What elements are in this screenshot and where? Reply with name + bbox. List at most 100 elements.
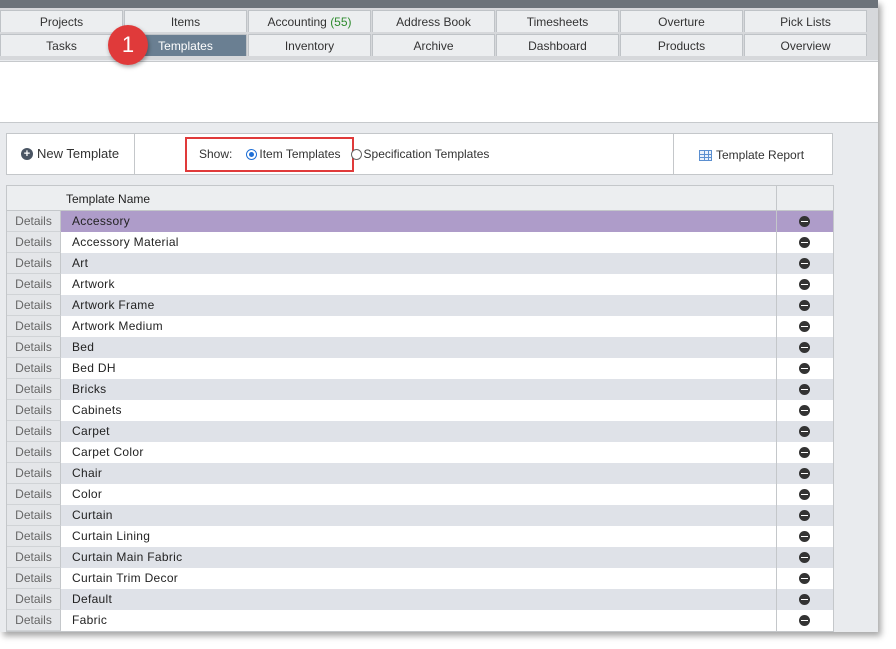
details-button[interactable]: Details — [7, 421, 61, 442]
details-button[interactable]: Details — [7, 232, 61, 253]
template-name-cell[interactable]: Curtain Lining — [72, 526, 150, 547]
tab-dashboard[interactable]: Dashboard — [496, 34, 619, 56]
details-button[interactable]: Details — [7, 358, 61, 379]
tab-items[interactable]: Items — [124, 10, 247, 32]
remove-circle-icon[interactable] — [799, 258, 810, 269]
tab-accounting[interactable]: Accounting (55) — [248, 10, 371, 32]
table-row[interactable]: Details Artwork — [7, 274, 833, 295]
details-button[interactable]: Details — [7, 568, 61, 589]
remove-circle-icon[interactable] — [799, 531, 810, 542]
details-button[interactable]: Details — [7, 211, 61, 232]
tab-projects[interactable]: Projects — [0, 10, 123, 32]
table-row[interactable]: Details Curtain Trim Decor — [7, 568, 833, 589]
template-report-button[interactable]: Template Report — [699, 148, 804, 162]
details-button[interactable]: Details — [7, 610, 61, 631]
table-row[interactable]: Details Fabric — [7, 610, 833, 631]
tab-archive[interactable]: Archive — [372, 34, 495, 56]
table-row[interactable]: Details Bricks — [7, 379, 833, 400]
table-row[interactable]: Details Carpet — [7, 421, 833, 442]
details-button[interactable]: Details — [7, 253, 61, 274]
details-button[interactable]: Details — [7, 547, 61, 568]
table-row[interactable]: Details Accessory — [7, 211, 833, 232]
details-button[interactable]: Details — [7, 337, 61, 358]
table-row[interactable]: Details Accessory Material — [7, 232, 833, 253]
details-button[interactable]: Details — [7, 400, 61, 421]
remove-circle-icon[interactable] — [799, 615, 810, 626]
table-row[interactable]: Details Artwork Frame — [7, 295, 833, 316]
remove-circle-icon[interactable] — [799, 510, 810, 521]
item-templates-radio[interactable] — [246, 148, 258, 160]
tab-pick-lists[interactable]: Pick Lists — [744, 10, 867, 32]
table-row[interactable]: Details Color — [7, 484, 833, 505]
table-row[interactable]: Details Curtain — [7, 505, 833, 526]
template-name-cell[interactable]: Color — [72, 484, 102, 505]
new-template-button[interactable]: + New Template — [21, 146, 119, 161]
template-name-cell[interactable]: Curtain Main Fabric — [72, 547, 182, 568]
remove-circle-icon[interactable] — [799, 216, 810, 227]
remove-circle-icon[interactable] — [799, 552, 810, 563]
remove-circle-icon[interactable] — [799, 405, 810, 416]
template-name-cell[interactable]: Art — [72, 253, 88, 274]
template-name-cell[interactable]: Bed — [72, 337, 94, 358]
specification-templates-radio[interactable] — [350, 148, 362, 160]
remove-circle-icon[interactable] — [799, 363, 810, 374]
template-name-cell[interactable]: Chair — [72, 463, 102, 484]
tab-inventory[interactable]: Inventory — [248, 34, 371, 56]
template-name-cell[interactable]: Bricks — [72, 379, 106, 400]
template-name-cell[interactable]: Default — [72, 589, 112, 610]
remove-circle-icon[interactable] — [799, 342, 810, 353]
remove-circle-icon[interactable] — [799, 468, 810, 479]
tab-overview[interactable]: Overview — [744, 34, 867, 56]
details-button[interactable]: Details — [7, 484, 61, 505]
tab-address-book[interactable]: Address Book — [372, 10, 495, 32]
remove-circle-icon[interactable] — [799, 300, 810, 311]
item-templates-label[interactable]: Item Templates — [259, 147, 340, 161]
table-row[interactable]: Details Default — [7, 589, 833, 610]
remove-circle-icon[interactable] — [799, 321, 810, 332]
table-row[interactable]: Details Curtain Lining — [7, 526, 833, 547]
details-button[interactable]: Details — [7, 505, 61, 526]
table-row[interactable]: Details Art — [7, 253, 833, 274]
remove-circle-icon[interactable] — [799, 237, 810, 248]
remove-circle-icon[interactable] — [799, 573, 810, 584]
table-row[interactable]: Details Bed — [7, 337, 833, 358]
template-name-cell[interactable]: Carpet — [72, 421, 110, 442]
template-name-cell[interactable]: Fabric — [72, 610, 107, 631]
remove-circle-icon[interactable] — [799, 279, 810, 290]
template-name-cell[interactable]: Cabinets — [72, 400, 122, 421]
details-button[interactable]: Details — [7, 274, 61, 295]
table-row[interactable]: Details Carpet Color — [7, 442, 833, 463]
template-name-cell[interactable]: Bed DH — [72, 358, 116, 379]
template-name-cell[interactable]: Curtain — [72, 505, 113, 526]
table-row[interactable]: Details Chair — [7, 463, 833, 484]
template-name-cell[interactable]: Artwork — [72, 274, 115, 295]
remove-circle-icon[interactable] — [799, 426, 810, 437]
column-header-template-name[interactable]: Template Name — [66, 192, 150, 206]
remove-circle-icon[interactable] — [799, 489, 810, 500]
template-name-cell[interactable]: Curtain Trim Decor — [72, 568, 178, 589]
remove-circle-icon[interactable] — [799, 384, 810, 395]
table-row[interactable]: Details Artwork Medium — [7, 316, 833, 337]
details-button[interactable]: Details — [7, 379, 61, 400]
tab-overture[interactable]: Overture — [620, 10, 743, 32]
template-name-cell[interactable]: Carpet Color — [72, 442, 144, 463]
template-name-cell[interactable]: Accessory — [72, 211, 130, 232]
details-button[interactable]: Details — [7, 295, 61, 316]
tab-products[interactable]: Products — [620, 34, 743, 56]
details-button[interactable]: Details — [7, 589, 61, 610]
table-row[interactable]: Details Cabinets — [7, 400, 833, 421]
details-button[interactable]: Details — [7, 442, 61, 463]
template-name-cell[interactable]: Artwork Frame — [72, 295, 155, 316]
table-row[interactable]: Details Curtain Main Fabric — [7, 547, 833, 568]
details-button[interactable]: Details — [7, 463, 61, 484]
tab-tasks[interactable]: Tasks — [0, 34, 123, 56]
specification-templates-label[interactable]: Specification Templates — [364, 147, 490, 161]
details-button[interactable]: Details — [7, 316, 61, 337]
table-row[interactable]: Details Bed DH — [7, 358, 833, 379]
tab-timesheets[interactable]: Timesheets — [496, 10, 619, 32]
template-name-cell[interactable]: Accessory Material — [72, 232, 179, 253]
remove-circle-icon[interactable] — [799, 594, 810, 605]
template-name-cell[interactable]: Artwork Medium — [72, 316, 163, 337]
details-button[interactable]: Details — [7, 526, 61, 547]
remove-circle-icon[interactable] — [799, 447, 810, 458]
